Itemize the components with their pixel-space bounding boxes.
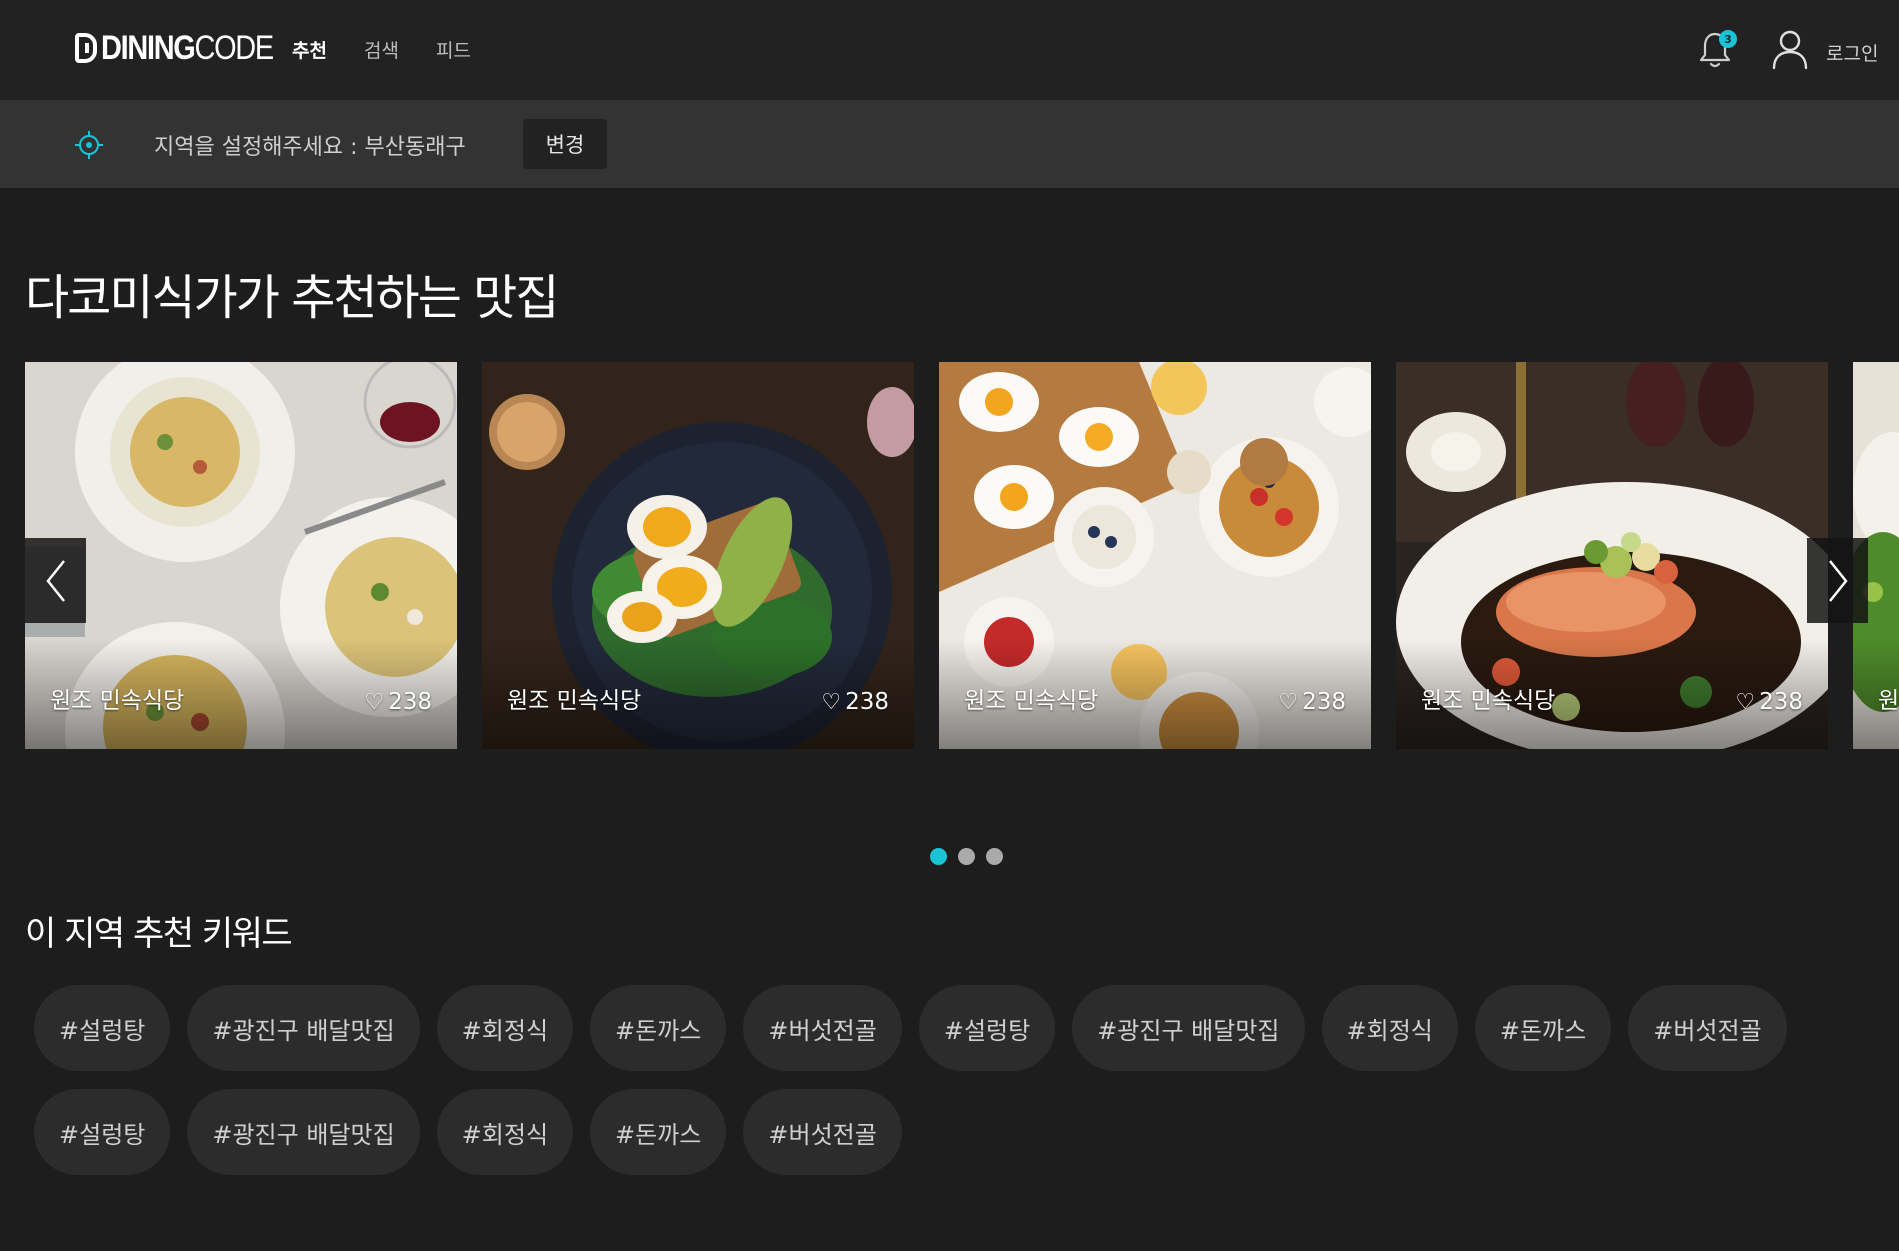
- keyword-tag[interactable]: #광진구 배달맛집: [1072, 985, 1305, 1071]
- keyword-tag[interactable]: #광진구 배달맛집: [187, 1089, 420, 1175]
- keyword-tag[interactable]: #회정식: [436, 985, 574, 1071]
- keyword-tag[interactable]: #돈까스: [1474, 985, 1612, 1071]
- user-profile-button[interactable]: [1770, 28, 1810, 70]
- heart-icon[interactable]: ♡: [364, 690, 384, 715]
- pagination-dot[interactable]: [958, 848, 975, 865]
- keyword-row: #설렁탕 #광진구 배달맛집 #회정식 #돈까스 #버섯전골 #설렁탕 #광진구…: [34, 985, 1804, 1071]
- user-icon: [1772, 30, 1808, 70]
- carousel-prev-button[interactable]: [25, 538, 86, 623]
- keyword-tag[interactable]: #돈까스: [590, 985, 727, 1071]
- main-nav: 추천 검색 피드: [292, 36, 508, 63]
- keyword-tag[interactable]: #회정식: [436, 1089, 574, 1175]
- keyword-tag[interactable]: #버섯전골: [1628, 985, 1787, 1071]
- location-prompt: 지역을 설정해주세요 : 부산동래구: [154, 135, 466, 160]
- notification-bell-button[interactable]: 3: [1697, 30, 1737, 70]
- likes-count: 238: [845, 689, 889, 715]
- location-target-icon[interactable]: [74, 130, 104, 160]
- restaurant-likes: ♡ 238: [364, 689, 432, 715]
- keyword-tag[interactable]: #버섯전골: [743, 1089, 902, 1175]
- nav-tab-recommend[interactable]: 추천: [292, 36, 327, 63]
- carousel-next-button[interactable]: [1807, 538, 1868, 623]
- heart-icon[interactable]: ♡: [821, 690, 841, 715]
- keyword-tag[interactable]: #돈까스: [590, 1089, 727, 1175]
- restaurant-name: 원조 민속식당: [1421, 688, 1556, 714]
- likes-count: 238: [1759, 689, 1803, 715]
- nav-tab-search[interactable]: 검색: [364, 36, 399, 63]
- restaurant-name: 원조 민속식당: [50, 688, 185, 714]
- restaurant-card[interactable]: 원조 민속식당 ♡ 238: [939, 362, 1371, 749]
- carousel-pagination: [930, 848, 1003, 865]
- restaurant-card[interactable]: 원조 민속식당 ♡ 238: [25, 362, 457, 749]
- restaurant-likes: ♡ 238: [1735, 689, 1803, 715]
- chevron-right-icon: [1828, 559, 1848, 602]
- login-link[interactable]: 로그인: [1826, 39, 1878, 66]
- diningcode-logo[interactable]: DININGCODE: [75, 26, 303, 70]
- restaurant-name: 원: [1878, 688, 1899, 714]
- keyword-tag[interactable]: #회정식: [1321, 985, 1458, 1071]
- pagination-dot[interactable]: [930, 848, 947, 865]
- keyword-tag[interactable]: #설렁탕: [34, 1089, 171, 1175]
- keyword-tag[interactable]: #설렁탕: [918, 985, 1056, 1071]
- restaurant-carousel: 원조 민속식당 ♡ 238 원조 민속식당 ♡ 238 원조 민속식당 ♡ 23…: [0, 362, 1899, 749]
- restaurant-likes: ♡ 238: [1278, 689, 1346, 715]
- notification-count-badge: 3: [1719, 30, 1737, 48]
- restaurant-name: 원조 민속식당: [507, 688, 642, 714]
- nav-tab-feed[interactable]: 피드: [436, 36, 471, 63]
- logo-text: DININGCODE: [101, 28, 274, 67]
- logo-mark-icon: [75, 33, 97, 63]
- top-navigation-bar: DININGCODE 추천 검색 피드 3 로그인: [0, 0, 1899, 100]
- keyword-row: #설렁탕 #광진구 배달맛집 #회정식 #돈까스 #버섯전골: [34, 1089, 919, 1175]
- keyword-tag[interactable]: #버섯전골: [743, 985, 902, 1071]
- restaurant-likes: ♡ 238: [821, 689, 889, 715]
- heart-icon[interactable]: ♡: [1278, 690, 1298, 715]
- likes-count: 238: [1302, 689, 1346, 715]
- recommend-section-title: 다코미식가가 추천하는 맛집: [25, 270, 559, 326]
- chevron-left-icon: [45, 559, 65, 602]
- keyword-tag[interactable]: #설렁탕: [34, 985, 171, 1071]
- pagination-dot[interactable]: [986, 848, 1003, 865]
- restaurant-name: 원조 민속식당: [964, 688, 1099, 714]
- restaurant-card[interactable]: 원조 민속식당 ♡ 238: [482, 362, 914, 749]
- restaurant-card[interactable]: 원조 민속식당 ♡ 238: [1396, 362, 1828, 749]
- location-change-button[interactable]: 변경: [523, 119, 607, 169]
- heart-icon[interactable]: ♡: [1735, 690, 1755, 715]
- keyword-tag[interactable]: #광진구 배달맛집: [187, 985, 420, 1071]
- keywords-section-title: 이 지역 추천 키워드: [25, 914, 293, 954]
- likes-count: 238: [388, 689, 432, 715]
